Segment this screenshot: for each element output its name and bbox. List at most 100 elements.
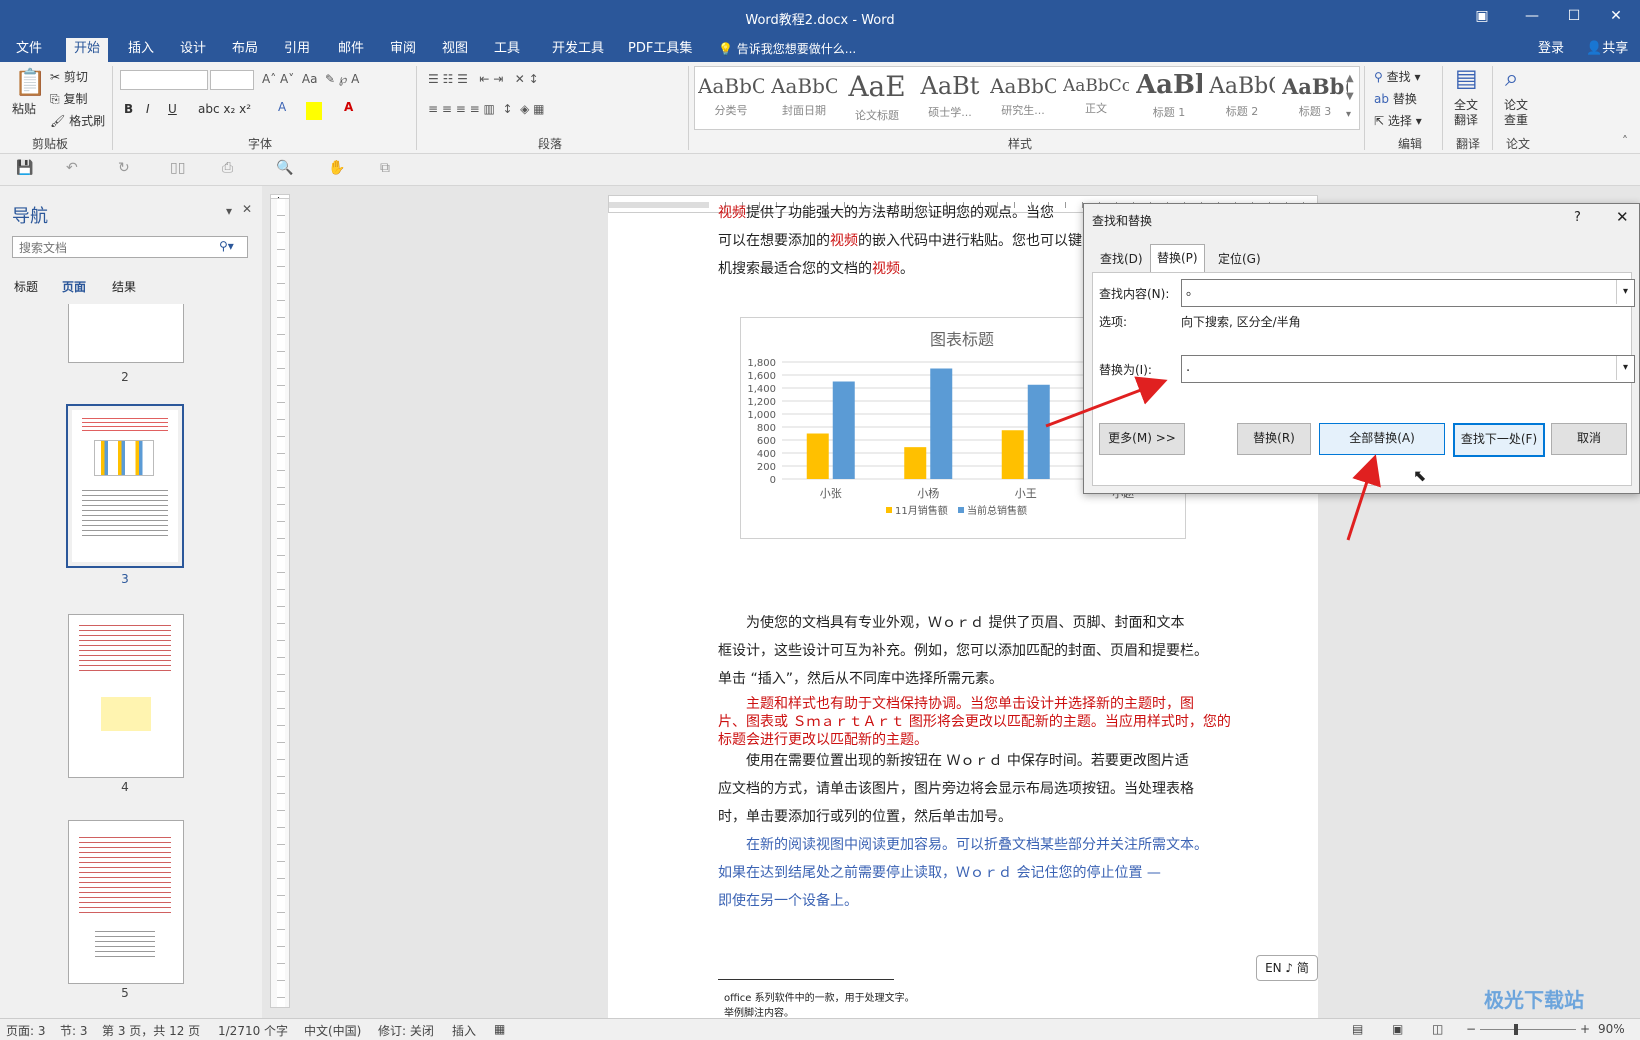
translate-icon[interactable]: ▤ [1455,64,1478,92]
font-size-combo[interactable] [210,70,254,90]
find-next-button[interactable]: 查找下一处(F) [1453,423,1545,457]
tab-pdf[interactable]: PDF工具集 [620,38,700,62]
cut-button[interactable]: ✂ 剪切 [50,68,88,85]
style-item[interactable]: AaBbCcI 正文 [1063,70,1129,128]
translate-button[interactable]: 全文 翻译 [1454,98,1478,128]
tab-mailings[interactable]: 邮件 [330,38,372,62]
font-color-icon[interactable]: A [344,100,353,114]
strikethrough-icon[interactable]: abc x₂ x² [198,102,251,116]
format-painter-button[interactable]: 🖌 格式刷 [50,112,105,129]
read-mode-icon[interactable]: ▤ [1352,1022,1363,1036]
tab-design[interactable]: 设计 [172,38,214,62]
style-item[interactable]: AaBl 标题 1 [1136,70,1202,128]
ribbon-display-icon[interactable]: ▣ [1470,6,1494,26]
zoom-out-icon[interactable]: − [1466,1022,1476,1036]
close-icon[interactable]: ✕ [242,202,252,216]
page-thumbnail[interactable] [68,614,184,778]
tab-goto[interactable]: 定位(G) [1212,246,1267,272]
underline-icon[interactable]: U [168,102,177,116]
close-button[interactable]: ✕ [1604,6,1628,26]
nav-tab-results[interactable]: 结果 [112,278,136,295]
page-thumbnail[interactable] [68,820,184,984]
replace-button[interactable]: ab 替换 [1374,90,1417,107]
italic-icon[interactable]: I [146,102,150,116]
window-icon[interactable]: ⧉ [380,160,390,176]
status-language[interactable]: 中文(中国) [304,1022,361,1039]
bold-icon[interactable]: B [124,102,133,116]
find-button[interactable]: ⚲ 查找 ▾ [1374,68,1420,85]
page-thumbnail[interactable] [68,304,184,363]
tell-me-box[interactable]: 💡 告诉我您想要做什么... [710,38,864,62]
align-left-icon[interactable]: ≡ ≡ ≡ ≡ ▥ ↕ ◈ ▦ [428,102,545,116]
share-button[interactable]: 👤共享 [1578,38,1636,62]
status-track-changes[interactable]: 修订: 关闭 [378,1022,434,1039]
bullets-icon[interactable]: ☰ ☷ ☰ ⇤ ⇥ ✕ ↕ [428,72,539,86]
help-button[interactable]: ? [1574,210,1581,225]
status-page[interactable]: 页面: 3 [6,1022,46,1039]
touch-icon[interactable]: ✋ [328,160,345,176]
tab-view[interactable]: 视图 [434,38,476,62]
login-link[interactable]: 登录 [1530,38,1572,62]
chevron-down-icon[interactable]: ▾ [1616,356,1634,380]
font-name-combo[interactable] [120,70,208,90]
tab-file[interactable]: 文件 [8,38,50,62]
undo-icon[interactable]: ↶ [66,160,78,176]
tab-find[interactable]: 查找(D) [1094,246,1149,272]
status-insert-mode[interactable]: 插入 [452,1022,476,1039]
nav-search-box[interactable]: ⚲▾ [12,236,248,258]
zoom-slider-thumb[interactable] [1514,1024,1518,1035]
search-icon[interactable]: ⚲▾ [219,239,234,253]
paste-icon[interactable]: 📋 [14,68,46,98]
text-effects-icon[interactable]: A [278,100,286,114]
print-layout-icon[interactable]: ▣ [1392,1022,1403,1036]
tab-insert[interactable]: 插入 [120,38,162,62]
maximize-button[interactable]: ☐ [1562,6,1586,26]
tab-developer[interactable]: 开发工具 [544,38,612,62]
status-words[interactable]: 1/2710 个字 [218,1022,288,1039]
select-button[interactable]: ⇱ 选择 ▾ [1374,112,1422,129]
style-item[interactable]: AaBbC 标题 2 [1209,70,1275,128]
page-thumbnail-selected[interactable] [66,404,184,568]
zoom-in-icon[interactable]: + [1580,1022,1590,1036]
layout-icon[interactable]: ▯▯ [170,160,185,176]
paper-check-button[interactable]: 论文 查重 [1504,98,1528,128]
tab-references[interactable]: 引用 [276,38,318,62]
nav-options-icon[interactable]: ▾ [226,204,232,218]
tab-review[interactable]: 审阅 [382,38,424,62]
vertical-ruler[interactable] [270,198,290,1008]
font-grow-icon[interactable]: A˄ A˅ Aa ✎ ℘ A [262,72,359,86]
macro-icon[interactable]: ▦ [494,1022,505,1036]
status-page-of[interactable]: 第 3 页，共 12 页 [102,1022,200,1039]
search-input[interactable] [17,238,211,258]
style-item[interactable]: AaBt 硕士学... [917,70,983,128]
style-item[interactable]: AaBbCc 研究生... [990,70,1056,128]
highlight-icon[interactable] [306,102,322,120]
style-item[interactable]: AaE 论文标题 [844,70,910,128]
nav-tab-pages[interactable]: 页面 [62,278,86,295]
copy-button[interactable]: ⎘ 复制 [50,90,87,107]
chevron-down-icon[interactable]: ▾ [1616,280,1634,304]
style-item[interactable]: AaBbCc 分类号 [698,70,764,128]
zoom-level[interactable]: 90% [1598,1022,1625,1036]
redo-icon[interactable]: ↻ [118,160,130,176]
styles-scroll-icon[interactable]: ▲ ▼ ▾ [1346,70,1354,124]
web-layout-icon[interactable]: ◫ [1432,1022,1443,1036]
paste-button[interactable]: 粘贴 [12,100,36,117]
save-icon[interactable]: 💾 [16,160,33,176]
tab-replace[interactable]: 替换(P) [1150,244,1205,273]
tab-home[interactable]: 开始 [66,38,109,62]
tab-tools[interactable]: 工具 [486,38,528,62]
preview-icon[interactable]: 🔍 [276,160,293,176]
print-icon[interactable]: ⎙ [222,160,233,176]
dialog-close-button[interactable]: ✕ [1616,208,1629,226]
cancel-button[interactable]: 取消 [1551,423,1627,455]
find-what-input[interactable]: 。 ▾ [1181,279,1635,307]
status-section[interactable]: 节: 3 [60,1022,88,1039]
collapse-ribbon-icon[interactable]: ˄ [1622,134,1628,148]
paper-check-icon[interactable]: ⌕ [1505,64,1518,92]
minimize-button[interactable]: — [1520,6,1544,26]
nav-tab-headings[interactable]: 标题 [14,278,38,295]
zoom-slider[interactable] [1480,1029,1576,1030]
style-item[interactable]: AaBb(标题 3 [1282,70,1348,128]
style-item[interactable]: AaBbCc 封面日期 [771,70,837,128]
